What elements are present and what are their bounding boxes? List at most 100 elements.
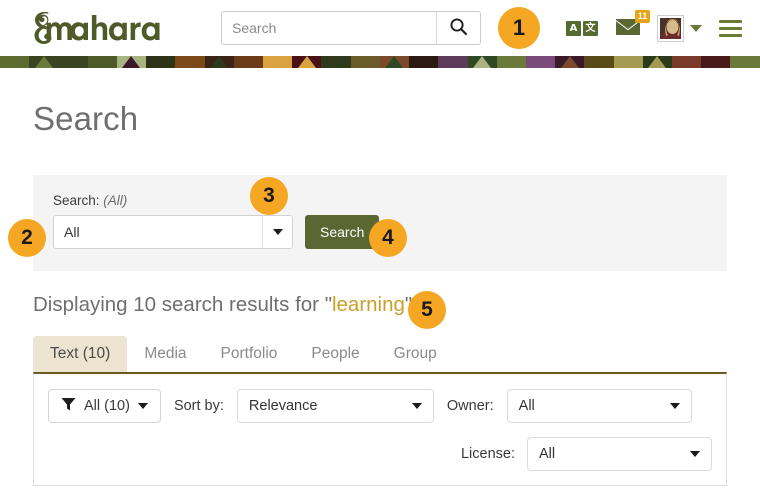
panel-search-button[interactable]: Search [305, 215, 379, 249]
decor-triangle [736, 56, 754, 68]
decor-triangle [210, 56, 228, 68]
caret-down-icon [273, 229, 283, 235]
search-scope-value: (All) [103, 193, 127, 208]
tab-text[interactable]: Text (10) [33, 336, 127, 372]
language-switcher-button[interactable]: A 文 [566, 21, 598, 36]
search-type-value: All [54, 216, 262, 248]
sort-by-select[interactable]: Relevance [237, 389, 434, 423]
decor-segment [146, 56, 175, 68]
decor-segment [321, 56, 350, 68]
decor-segment [117, 56, 146, 68]
decor-triangle [35, 56, 53, 68]
decor-triangle [385, 56, 403, 68]
tab-media[interactable]: Media [127, 336, 203, 372]
mahara-logo[interactable] [22, 6, 197, 50]
decor-segment [205, 56, 234, 68]
decor-segment [263, 56, 292, 68]
annotation-marker-1: 1 [498, 7, 540, 49]
results-panel: All (10) Sort by: Relevance Owner: All L… [33, 372, 727, 486]
decor-triangle [298, 56, 316, 68]
decor-segment [614, 56, 643, 68]
license-value: All [539, 446, 680, 462]
license-label: License: [461, 446, 515, 462]
decor-segment [584, 56, 613, 68]
decor-triangle [122, 56, 140, 68]
annotation-marker-3: 3 [250, 177, 288, 215]
search-input[interactable] [222, 12, 436, 44]
funnel-icon [61, 397, 76, 416]
sort-by-label: Sort by: [174, 398, 224, 414]
decor-segment [409, 56, 438, 68]
owner-value: All [519, 398, 660, 414]
translate-icon: A 文 [566, 21, 598, 36]
decor-segment [234, 56, 263, 68]
decorative-band [0, 56, 760, 68]
results-summary: Displaying 10 search results for "learni… [33, 293, 727, 317]
caret-down-icon [138, 403, 148, 409]
filter-all-label: All (10) [84, 398, 130, 414]
decor-segment [58, 56, 87, 68]
magnifier-icon [449, 17, 468, 39]
caret-down-icon [690, 451, 700, 457]
decor-segment [438, 56, 467, 68]
decor-segment [730, 56, 759, 68]
decor-segment [468, 56, 497, 68]
tab-group[interactable]: Group [377, 336, 454, 372]
decor-triangle [648, 56, 666, 68]
main-menu-button[interactable] [719, 20, 742, 37]
license-select[interactable]: All [527, 437, 712, 471]
messages-button[interactable]: 11 [615, 17, 641, 39]
decor-triangle [473, 56, 491, 68]
results-summary-prefix: Displaying 10 search results for [33, 293, 325, 316]
decor-triangle [561, 56, 579, 68]
filter-all-button[interactable]: All (10) [48, 389, 161, 423]
messages-count-badge: 11 [635, 10, 650, 23]
results-search-term: learning [332, 293, 405, 316]
search-type-select[interactable]: All [53, 215, 293, 249]
caret-down-icon [412, 403, 422, 409]
decor-segment [672, 56, 701, 68]
decor-segment [380, 56, 409, 68]
decor-segment [292, 56, 321, 68]
owner-select[interactable]: All [507, 389, 692, 423]
language-letter-cjk: 文 [583, 21, 598, 36]
decor-segment [643, 56, 672, 68]
decor-segment [351, 56, 380, 68]
filter-row-secondary: License: All [48, 437, 712, 471]
envelope-icon: 11 [615, 17, 641, 39]
annotation-marker-4: 4 [369, 219, 407, 257]
header-search-box [221, 11, 481, 45]
hamburger-icon [719, 20, 742, 37]
tab-people[interactable]: People [294, 336, 376, 372]
owner-label: Owner: [447, 398, 494, 414]
header-icon-group: A 文 11 [566, 16, 742, 41]
sort-by-value: Relevance [249, 398, 402, 414]
results-quote-open: " [325, 293, 332, 316]
license-group: License: All [461, 437, 712, 471]
search-type-caret[interactable] [262, 216, 292, 248]
search-scope-prefix: Search: [53, 193, 100, 208]
site-header: A 文 11 [0, 0, 760, 56]
avatar[interactable] [658, 16, 683, 41]
decor-segment [88, 56, 117, 68]
language-letter-latin: A [566, 21, 581, 36]
search-submit-button[interactable] [436, 12, 480, 44]
decor-segment [175, 56, 204, 68]
tab-portfolio[interactable]: Portfolio [204, 336, 295, 372]
page-title: Search [33, 100, 727, 138]
page-content: Search Search: (All) All Search Displayi… [0, 100, 760, 486]
user-menu[interactable] [658, 16, 702, 41]
decor-segment [555, 56, 584, 68]
results-tabs: Text (10)MediaPortfolioPeopleGroup [33, 336, 727, 372]
decor-segment [0, 56, 29, 68]
decor-segment [701, 56, 730, 68]
chevron-down-icon[interactable] [690, 25, 702, 32]
search-scope-label: Search: (All) [53, 193, 707, 208]
caret-down-icon [670, 403, 680, 409]
annotation-marker-5: 5 [408, 291, 446, 329]
decor-segment [497, 56, 526, 68]
annotation-marker-2: 2 [8, 219, 46, 257]
decor-segment [526, 56, 555, 68]
filter-row-primary: All (10) Sort by: Relevance Owner: All [48, 389, 712, 423]
decor-segment [29, 56, 58, 68]
